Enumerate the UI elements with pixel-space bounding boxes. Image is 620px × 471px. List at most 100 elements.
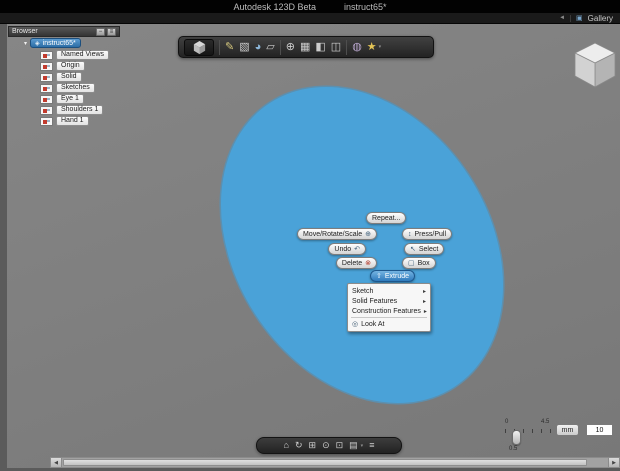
submenu-arrow-icon: ▸ xyxy=(422,288,426,295)
move-rotate-scale-button[interactable]: Move/Rotate/Scale ⊕ xyxy=(296,228,377,240)
extrude-button[interactable]: ⇧ Extrude xyxy=(370,270,415,282)
caret-down-icon[interactable]: ▾ xyxy=(361,443,364,449)
repeat-label: Repeat... xyxy=(372,214,401,222)
select-cursor-icon: ↖ xyxy=(410,246,416,253)
look-at-icon: ◎ xyxy=(352,321,359,328)
main-toolbar: ✎ ▧ ◕ ▱ ⊕ ▦ ◧ ◫ ◍ ★ ▾ xyxy=(178,36,434,58)
home-view-icon[interactable]: ⌂ xyxy=(284,441,289,450)
browser-item-label[interactable]: Sketches xyxy=(56,83,95,93)
divider xyxy=(570,14,572,22)
settings-icon[interactable]: ≡ xyxy=(369,441,374,450)
menu-item-look-at[interactable]: ◎ Look At xyxy=(348,319,430,329)
menu-item-solid-features[interactable]: Solid Features ▸ xyxy=(348,296,430,306)
browser-item-label[interactable]: Eye 1 xyxy=(56,94,84,104)
scrollbar-track[interactable] xyxy=(62,457,608,468)
browser-root-row[interactable]: ▾ ◈ instruct65* xyxy=(24,38,81,48)
effects-tool-icon[interactable]: ★ xyxy=(367,41,377,53)
gallery-icon: ▣ xyxy=(576,15,583,22)
move-icon: ⊕ xyxy=(365,231,371,238)
expander-icon[interactable]: ▾ xyxy=(24,40,27,47)
undo-label: Undo xyxy=(334,245,352,253)
navigation-toolbar: ⌂ ↻ ⊞ ⊙ ⊡ ▤ ▾ ≡ xyxy=(256,437,402,454)
delete-label: Delete xyxy=(341,259,363,267)
primitive-sphere-icon[interactable]: ◕ xyxy=(255,41,262,53)
app-menu-button[interactable] xyxy=(184,38,214,56)
menu-separator xyxy=(351,317,427,318)
feature-icon xyxy=(40,94,53,104)
browser-item-eye[interactable]: Eye 1 xyxy=(40,94,84,104)
menu-item-sketch[interactable]: Sketch ▸ xyxy=(348,286,430,296)
submenu-arrow-icon: ▸ xyxy=(422,298,426,305)
primitive-box-icon[interactable]: ▧ xyxy=(239,41,249,53)
gallery-button[interactable]: Gallery xyxy=(588,14,613,23)
scroll-left-icon[interactable]: ◀ xyxy=(50,457,62,468)
fit-view-icon[interactable]: ⊡ xyxy=(336,441,344,450)
browser-item-label[interactable]: Origin xyxy=(56,61,85,71)
units-button[interactable]: mm xyxy=(556,424,579,436)
browser-item-shoulders[interactable]: Shoulders 1 xyxy=(40,105,104,115)
browser-item-solid[interactable]: Solid xyxy=(40,72,82,82)
repeat-button[interactable]: Repeat... xyxy=(366,212,407,224)
pan-icon[interactable]: ⊞ xyxy=(309,441,317,450)
toolbar-separator xyxy=(279,39,281,55)
origin-icon xyxy=(40,61,53,71)
material-tool-icon[interactable]: ◍ xyxy=(352,41,362,53)
snap-slider-handle[interactable] xyxy=(512,430,521,445)
press-pull-button[interactable]: ↕ Press/Pull xyxy=(402,228,453,240)
gallery-bar: ◄ ▣ Gallery xyxy=(0,13,620,24)
zoom-icon[interactable]: ⊙ xyxy=(322,441,330,450)
primitive-cylinder-icon[interactable]: ▱ xyxy=(266,41,274,53)
browser-panel-header[interactable]: Browser − ≡ xyxy=(8,26,120,37)
browser-item-label[interactable]: Shoulders 1 xyxy=(56,105,104,115)
toolbar-separator xyxy=(219,39,220,55)
delete-button[interactable]: Delete ⊗ xyxy=(335,257,377,269)
view-cube[interactable] xyxy=(570,40,620,92)
move-tool-icon[interactable]: ⊕ xyxy=(286,41,295,53)
ruler-min-label: 0 xyxy=(505,419,509,425)
browser-item-named-views[interactable]: Named Views xyxy=(40,50,110,60)
extrude-icon: ⇧ xyxy=(376,273,382,280)
browser-item-label[interactable]: Named Views xyxy=(56,50,110,60)
move-rotate-scale-label: Move/Rotate/Scale xyxy=(302,230,363,238)
box-button[interactable]: ▢ Box xyxy=(402,257,436,269)
browser-item-label[interactable]: Solid xyxy=(56,72,82,82)
box-icon: ▢ xyxy=(408,260,415,267)
menu-item-construction-features[interactable]: Construction Features ▸ xyxy=(348,306,430,316)
grid-size-input[interactable] xyxy=(586,424,613,436)
orbit-icon[interactable]: ↻ xyxy=(295,441,303,450)
box-label: Box xyxy=(417,259,430,267)
browser-root-item[interactable]: ◈ instruct65* xyxy=(30,38,81,48)
panel-menu-icon[interactable]: ≡ xyxy=(107,27,116,36)
display-mode-icon[interactable]: ▤ xyxy=(349,441,358,450)
submenu-arrow-icon: ▸ xyxy=(423,308,427,315)
horizontal-scrollbar[interactable]: ◀ ▶ xyxy=(50,457,620,468)
combine-tool-icon[interactable]: ◧ xyxy=(315,41,325,53)
menu-item-label: Solid Features xyxy=(352,297,398,305)
browser-root-label: instruct65* xyxy=(42,39,76,47)
caret-down-icon[interactable]: ▾ xyxy=(379,44,382,50)
scrollbar-thumb[interactable] xyxy=(63,459,588,466)
toolbar-separator xyxy=(346,39,348,55)
collapse-panel-icon[interactable]: ◄ xyxy=(559,15,565,21)
feature-icon xyxy=(40,116,53,126)
sketch-tool-icon[interactable]: ✎ xyxy=(225,41,234,53)
panel-minimize-icon[interactable]: − xyxy=(96,27,105,36)
browser-title: Browser xyxy=(12,28,38,35)
browser-item-sketches[interactable]: Sketches xyxy=(40,83,95,93)
browser-item-origin[interactable]: Origin xyxy=(40,61,85,71)
extrude-label: Extrude xyxy=(384,272,409,280)
split-tool-icon[interactable]: ◫ xyxy=(331,41,341,53)
app-title: Autodesk 123D Beta xyxy=(233,1,317,12)
pattern-tool-icon[interactable]: ▦ xyxy=(300,41,310,53)
scroll-right-icon[interactable]: ▶ xyxy=(608,457,620,468)
browser-item-hand[interactable]: Hand 1 xyxy=(40,116,89,126)
browser-item-label[interactable]: Hand 1 xyxy=(56,116,89,126)
undo-icon: ↶ xyxy=(354,246,360,253)
solid-icon xyxy=(40,72,53,82)
menu-item-label: Sketch xyxy=(352,287,374,295)
select-button[interactable]: ↖ Select xyxy=(404,243,445,255)
document-title: instruct65* xyxy=(344,1,387,12)
menu-item-label: Look At xyxy=(361,320,385,328)
press-pull-label: Press/Pull xyxy=(414,230,447,238)
undo-button[interactable]: Undo ↶ xyxy=(328,243,366,255)
